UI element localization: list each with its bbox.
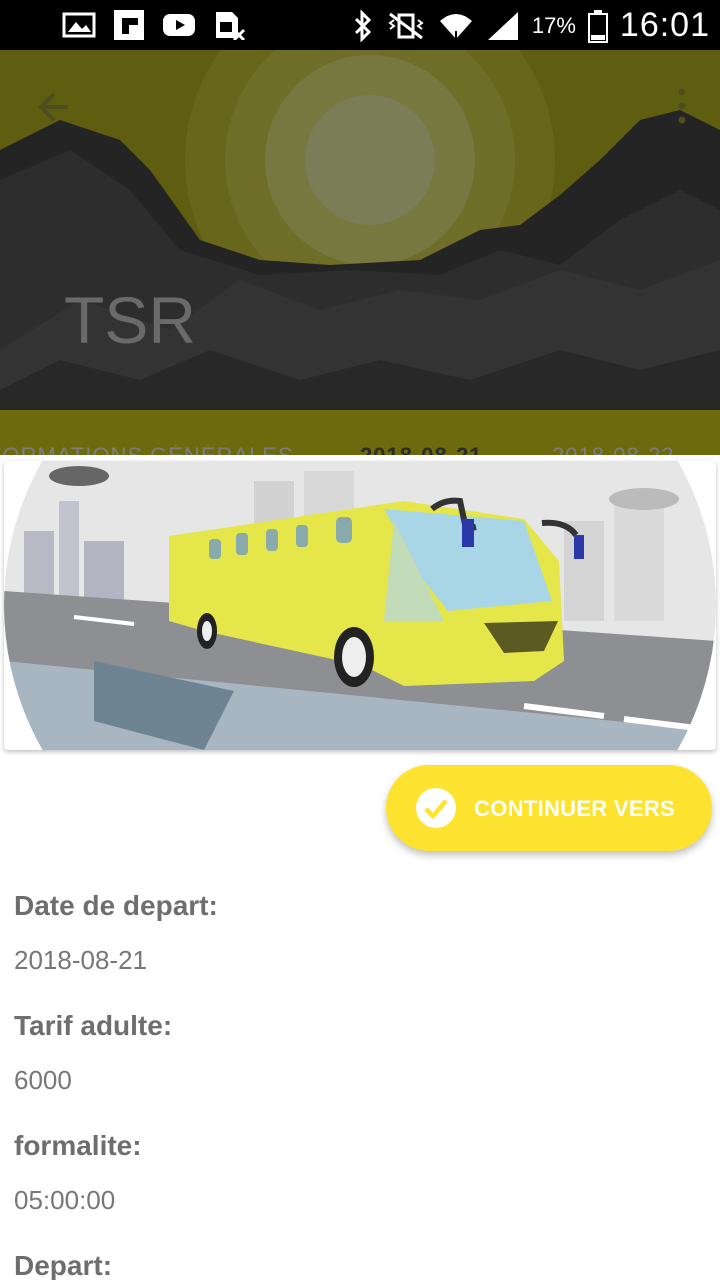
youtube-icon <box>163 14 195 36</box>
header-illustration <box>0 50 720 455</box>
page-title: TSR <box>64 283 196 357</box>
tarif-adulte-value: 6000 <box>14 1065 72 1095</box>
vibrate-icon <box>388 12 424 39</box>
image-icon <box>62 12 96 38</box>
date-depart-value: 2018-08-21 <box>14 945 147 975</box>
status-bar: 17% 16:01 <box>0 0 720 50</box>
status-bar-system: 17% 16:01 <box>352 6 710 45</box>
sim-card-icon <box>216 12 246 40</box>
formalite-value: 05:00:00 <box>14 1185 116 1215</box>
overflow-menu-icon[interactable] <box>670 86 694 126</box>
collapsing-header: TSR INFORMATIONS GÉNÉRALES 2018-08-21 20… <box>0 50 720 455</box>
continue-button[interactable]: CONTINUER VERS <box>386 765 712 851</box>
wifi-icon <box>439 13 472 42</box>
bus-image-card <box>4 461 716 750</box>
battery-percent: 17% <box>531 12 576 38</box>
tab-bar: INFORMATIONS GÉNÉRALES 2018-08-21 2018-0… <box>0 445 720 455</box>
battery-icon <box>587 9 608 43</box>
check-circle-icon <box>416 788 456 828</box>
signal-icon <box>487 11 518 40</box>
clock: 16:01 <box>619 6 710 44</box>
status-bar-notifications <box>62 10 246 40</box>
flipboard-icon <box>114 10 144 40</box>
bus-illustration <box>4 461 716 750</box>
back-arrow-icon[interactable] <box>30 84 82 130</box>
app-screen: 17% 16:01 TSR CONTINUER VERS Date de dep… <box>0 0 720 1280</box>
bluetooth-icon <box>354 9 371 42</box>
formalite-label: formalite: <box>14 1130 142 1161</box>
trip-details: Date de depart: 2018-08-21 Tarif adulte:… <box>14 884 704 1280</box>
date-depart-label: Date de depart: <box>14 890 218 921</box>
tab-date-2018-08-21[interactable]: 2018-08-21 <box>360 445 483 455</box>
tab-informations-generales[interactable]: INFORMATIONS GÉNÉRALES <box>0 445 294 455</box>
continue-button-label: CONTINUER VERS <box>474 796 675 821</box>
tarif-adulte-label: Tarif adulte: <box>14 1010 173 1041</box>
tab-date-2018-08-22[interactable]: 2018-08-22 <box>552 445 675 455</box>
depart-label: Depart: <box>14 1250 113 1280</box>
